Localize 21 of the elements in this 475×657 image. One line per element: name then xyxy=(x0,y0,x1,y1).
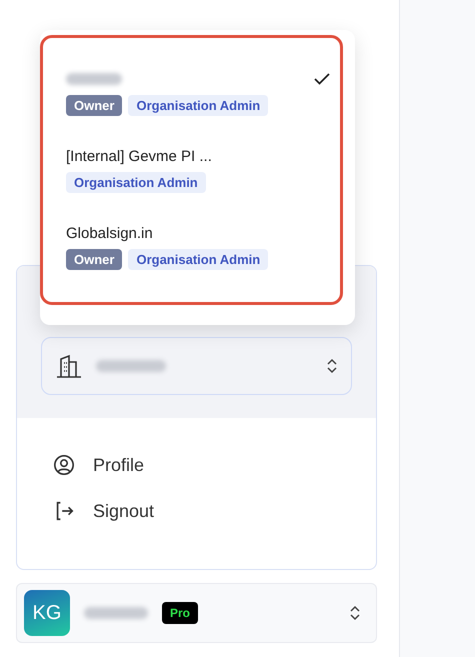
organisation-select[interactable] xyxy=(41,337,352,395)
role-tag: Organisation Admin xyxy=(128,95,268,116)
menu-item[interactable]: Profile xyxy=(53,454,376,476)
organisation-option[interactable]: Globalsign.in Owner Organisation Admin xyxy=(66,224,340,270)
organisation-option[interactable]: [Internal] Gevme PI ... Organisation Admin xyxy=(66,147,340,193)
organisation-name: Globalsign.in xyxy=(66,224,153,242)
menu-item[interactable]: Signout xyxy=(53,500,376,522)
check-icon xyxy=(314,73,330,85)
role-tag: Owner xyxy=(66,95,122,116)
user-circle-icon xyxy=(53,454,75,476)
chevron-updown-icon xyxy=(350,605,360,621)
avatar: KG xyxy=(24,590,70,636)
plan-badge: Pro xyxy=(162,602,198,624)
building-icon xyxy=(56,354,82,378)
organisation-name: [Internal] Gevme PI ... xyxy=(66,148,212,164)
organisation-option[interactable]: Owner Organisation Admin xyxy=(66,70,340,116)
chevron-updown-icon xyxy=(327,358,337,374)
role-tag: Organisation Admin xyxy=(66,172,206,193)
role-tag: Organisation Admin xyxy=(128,249,268,270)
role-tag: Owner xyxy=(66,249,122,270)
user-bar[interactable]: KG Pro xyxy=(16,583,377,643)
